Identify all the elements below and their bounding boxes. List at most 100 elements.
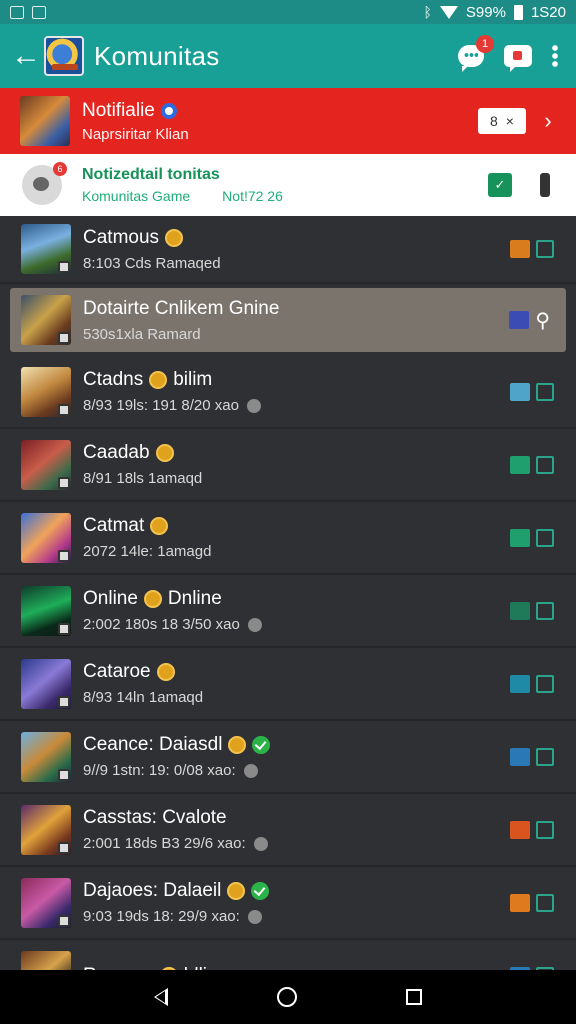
close-icon[interactable]: × [506,113,514,129]
list-item-title: Dotairte Cnlikem Gnine [83,297,280,319]
game-thumbnail [21,950,71,970]
list-item[interactable]: Reesau:bllio [0,940,576,970]
checkbox[interactable] [536,455,554,474]
app-badge-icon [58,695,70,708]
medal-icon [227,882,246,900]
app-badge-icon [58,841,70,854]
action-icon[interactable] [510,455,530,474]
medal-icon [149,371,168,389]
notification-banner[interactable]: Notifialie Naprsiritar Klian 8 × › [0,88,576,154]
checkbox[interactable] [536,820,554,839]
chevron-right-icon[interactable]: › [526,108,570,134]
nav-recents-icon[interactable] [405,989,422,1005]
checkbox[interactable] [536,747,554,766]
list-item[interactable]: Catmat 2072 14le: 1amagd [0,502,576,575]
list-item-title: Catmous [83,226,160,248]
list-item[interactable]: Dajaoes: Dalaeil 9:03 19ds 18: 29/9 xao: [0,867,576,940]
game-thumbnail [21,439,71,490]
verified-icon [252,736,271,754]
list-item[interactable]: Catmous 8:103 Cds Ramaqed [0,216,576,284]
community-card[interactable]: 6 Notizedtail tonitas Komunitas Game Not… [0,154,576,216]
list-item-subtitle: 8/93 19ls: 191 8/20 xao [83,397,239,414]
checkbox[interactable] [536,601,554,620]
banner-title: Notifialie [82,99,155,121]
app-badge-icon [58,549,70,562]
list-item-subtitle: 9//9 1stn: 19: 0/08 xao: [83,762,236,779]
chat-icon[interactable]: 1 [458,35,494,72]
list-item-title-extra: bilim [173,369,213,390]
community-title: Notizedtail tonitas [82,166,220,183]
list-item[interactable]: Ctadns bilim 8/93 19ls: 191 8/20 xao [0,356,576,429]
checkbox[interactable] [536,893,554,912]
list-item[interactable]: Casstas: Cvalote 2:001 18ds B3 29/6 xao: [0,794,576,867]
banner-subtitle: Naprsiritar Klian [82,125,189,143]
action-icon[interactable] [510,747,530,766]
app-bar: ← Komunitas 1 [0,24,576,88]
chat-badge: 1 [476,35,494,53]
list-item[interactable]: Online Dnline 2:002 180s 18 3/50 xao [0,575,576,648]
list-item-title: Online [83,588,138,609]
user-chip[interactable]: 8 × [478,108,526,134]
list-item-subtitle: 2:002 180s 18 3/50 xao [83,616,240,633]
back-arrow-icon[interactable]: ← [8,24,44,88]
checkbox[interactable] [536,240,554,258]
list-item-title: Ctadns [83,369,144,390]
list-item-subtitle: 2072 14le: 1amagd [83,543,212,560]
game-thumbnail [21,585,71,636]
action-icon[interactable] [510,820,530,839]
app-badge-icon [58,768,70,781]
game-thumbnail [21,804,71,855]
checkbox[interactable] [536,528,554,547]
checkbox[interactable] [536,382,554,401]
user-chip-label: 8 [490,113,498,129]
banner-thumbnail [20,96,70,146]
action-icon[interactable] [510,601,530,620]
list-item-subtitle: 8:103 Cds Ramaqed [83,254,221,272]
check-icon[interactable]: ✓ [488,173,512,197]
action-icon[interactable] [510,674,530,693]
list-item[interactable]: Ceance: Daiasdl 9//9 1stn: 19: 0/08 xao: [0,721,576,794]
community-subtitle: Komunitas Game [82,188,191,204]
medal-icon [228,736,247,754]
clock-icon [247,909,262,924]
record-message-icon[interactable] [504,45,532,72]
action-icon[interactable] [510,240,530,258]
action-icon[interactable] [510,893,530,912]
game-thumbnail [21,366,71,417]
pin-icon[interactable]: ⚲ [535,308,550,333]
notification-icon-2 [32,5,46,19]
more-vertical-icon[interactable] [540,173,550,197]
list-item-title-extra: Dnline [167,588,222,609]
list-item-subtitle: 9:03 19ds 18: 29/9 xao: [83,908,240,925]
avatar-badge: 6 [53,162,67,176]
more-vertical-icon[interactable] [552,44,558,68]
list-item-title: Caadab [83,442,150,463]
app-title: Komunitas [94,40,220,71]
info-icon [160,102,177,119]
status-bar: ᛒ S99% 1S20 [0,0,576,24]
screen: ᛒ S99% 1S20 ← Komunitas 1 Notifialie Nap [0,0,576,1024]
bluetooth-icon: ᛒ [423,4,432,20]
game-thumbnail [21,295,71,345]
medal-icon [165,228,184,247]
game-thumbnail [21,731,71,782]
battery-icon [513,4,523,20]
nav-home-icon[interactable] [276,987,297,1007]
clock-icon [253,836,268,851]
navigation-bar [0,970,576,1024]
game-thumbnail [21,877,71,928]
list-item-subtitle: 2:001 18ds B3 29/6 xao: [83,835,246,852]
list-item[interactable]: Cataroe 8/93 14ln 1amaqd [0,648,576,721]
list-item[interactable]: Caadab 8/91 18ls 1amaqd [0,429,576,502]
action-icon[interactable] [509,311,530,329]
checkbox[interactable] [536,674,554,693]
app-logo [44,36,84,76]
action-icon[interactable] [510,528,530,547]
medal-icon [155,444,174,462]
list-item-selected[interactable]: Dotairte Cnlikem Gnine 530s1xla Ramard ⚲ [10,288,566,352]
medal-icon [156,663,175,681]
action-icon[interactable] [510,382,530,401]
nav-back-icon[interactable] [154,988,169,1006]
app-badge-icon [58,332,70,344]
medal-icon [143,590,162,608]
